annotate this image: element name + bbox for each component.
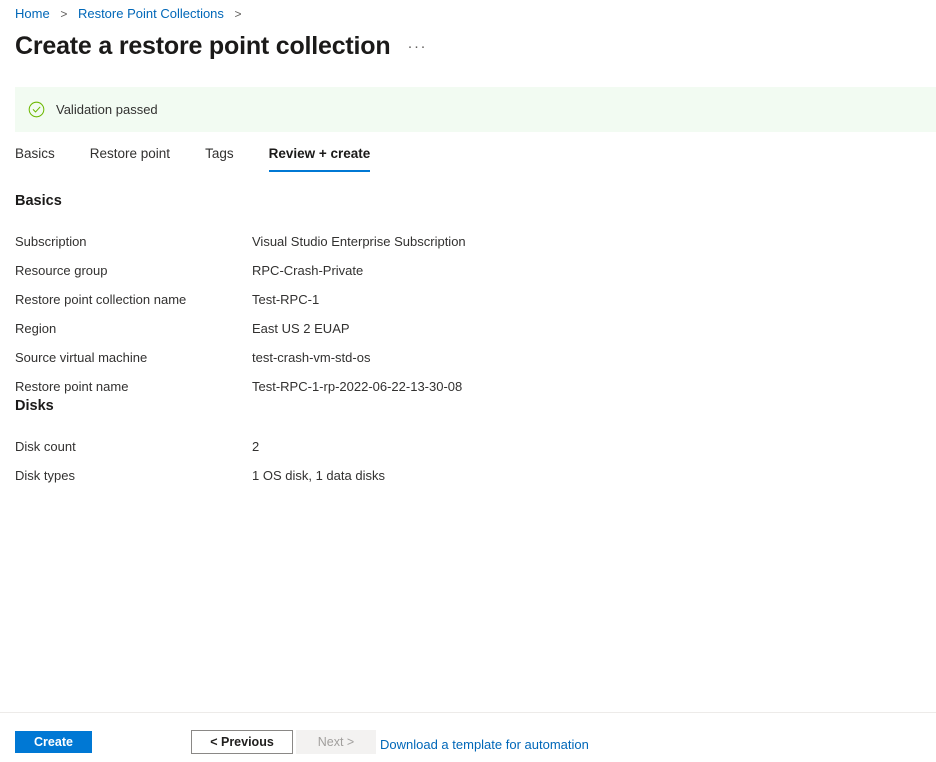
tab-review-create[interactable]: Review + create	[268, 145, 371, 172]
tab-restore-point-label: Restore point	[89, 146, 171, 161]
next-button[interactable]: Next >	[296, 730, 376, 754]
summary-row-subscription: Subscription Visual Studio Enterprise Su…	[15, 233, 915, 250]
summary-row-disk-count: Disk count 2	[15, 438, 915, 455]
create-button[interactable]: Create	[15, 731, 92, 753]
wizard-footer: Create < Previous Next > Download a temp…	[0, 713, 936, 762]
summary-value: East US 2 EUAP	[252, 321, 350, 336]
tab-restore-point[interactable]: Restore point	[90, 145, 170, 172]
section-disks-heading: Disks	[15, 398, 54, 414]
summary-label: Disk count	[15, 439, 76, 454]
breadcrumb-separator-icon: >	[60, 7, 68, 21]
summary-label: Subscription	[15, 234, 87, 249]
summary-row-source-vm: Source virtual machine test-crash-vm-std…	[15, 349, 915, 366]
page-header: Create a restore point collection ···	[15, 31, 427, 61]
summary-value: RPC-Crash-Private	[252, 263, 364, 278]
section-basics: Basics Subscription Visual Studio Enterp…	[15, 192, 915, 395]
summary-label: Region	[15, 321, 57, 336]
summary-row-resource-group: Resource group RPC-Crash-Private	[15, 262, 915, 279]
summary-label: Restore point name	[15, 379, 129, 394]
summary-row-disk-types: Disk types 1 OS disk, 1 data disks	[15, 467, 915, 484]
summary-label: Resource group	[15, 263, 108, 278]
section-basics-heading: Basics	[15, 193, 62, 209]
tab-tags-label: Tags	[205, 146, 234, 161]
breadcrumb-item-restore-point-collections[interactable]: Restore Point Collections	[78, 6, 224, 21]
breadcrumb-item-home[interactable]: Home	[15, 6, 50, 21]
summary-value: 1 OS disk, 1 data disks	[252, 468, 385, 483]
wizard-tabs: Basics Restore point Tags Review + creat…	[15, 145, 371, 172]
summary-label: Source virtual machine	[15, 350, 148, 365]
download-template-link[interactable]: Download a template for automation	[380, 736, 589, 753]
validation-message: Validation passed	[56, 102, 158, 117]
validation-banner: Validation passed	[15, 87, 936, 132]
previous-button[interactable]: < Previous	[191, 730, 293, 754]
summary-value: test-crash-vm-std-os	[252, 350, 371, 365]
tab-basics[interactable]: Basics	[15, 145, 55, 172]
summary-value: Test-RPC-1	[252, 292, 320, 307]
page-title: Create a restore point collection	[15, 32, 391, 60]
breadcrumb-separator-icon: >	[234, 7, 242, 21]
tab-tags[interactable]: Tags	[205, 145, 234, 172]
breadcrumb: Home > Restore Point Collections >	[15, 6, 249, 22]
check-circle-icon	[28, 101, 45, 118]
summary-value: 2	[252, 439, 260, 454]
section-disks: Disks Disk count 2 Disk types 1 OS disk,…	[15, 397, 915, 484]
summary-label: Restore point collection name	[15, 292, 187, 307]
summary-row-collection-name: Restore point collection name Test-RPC-1	[15, 291, 915, 308]
tab-basics-label: Basics	[15, 146, 55, 161]
summary-label: Disk types	[15, 468, 75, 483]
summary-value: Test-RPC-1-rp-2022-06-22-13-30-08	[252, 379, 463, 394]
summary-row-region: Region East US 2 EUAP	[15, 320, 915, 337]
tab-review-create-label: Review + create	[268, 146, 371, 161]
more-options-icon[interactable]: ···	[407, 38, 427, 55]
summary-row-restore-point-name: Restore point name Test-RPC-1-rp-2022-06…	[15, 378, 915, 395]
summary-value: Visual Studio Enterprise Subscription	[252, 234, 466, 249]
